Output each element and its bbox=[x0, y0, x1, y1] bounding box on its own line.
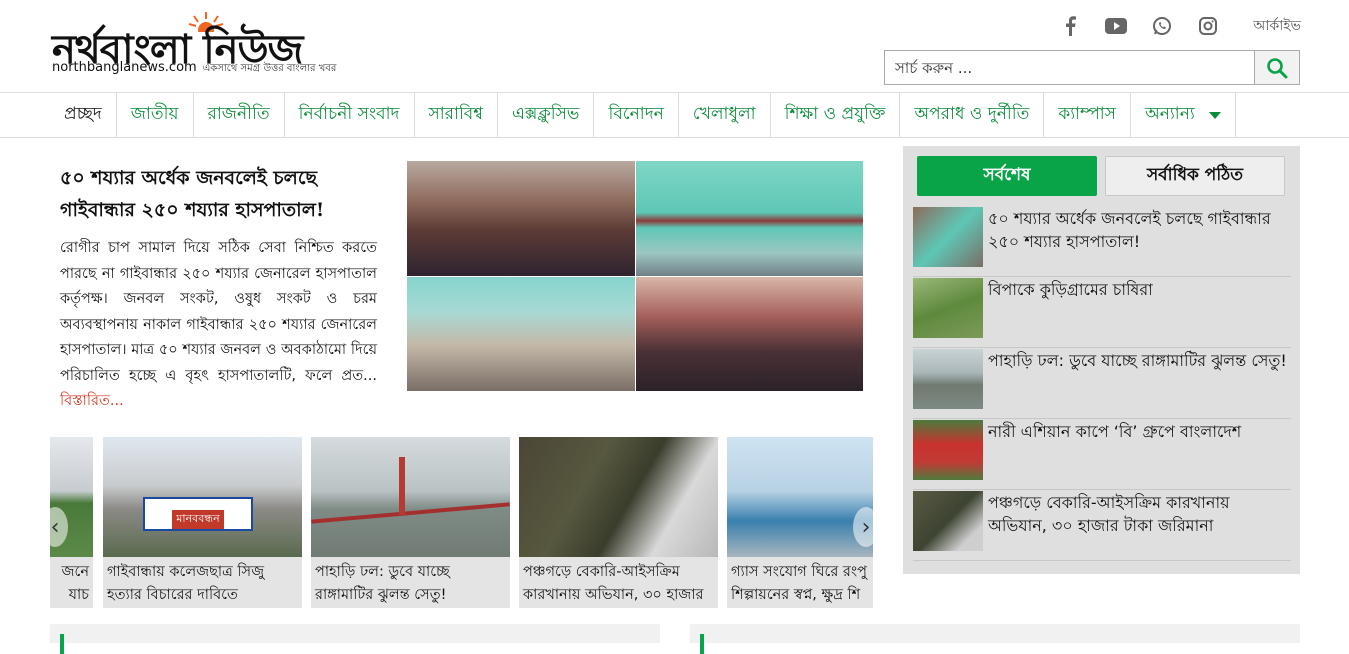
card-caption-line1: পঞ্চগড়ে বেকারি-আইসক্রিম bbox=[523, 564, 680, 580]
card-caption-line2: হত্যার বিচারের দাবিতে bbox=[107, 587, 238, 603]
tab-most-read[interactable]: সর্বাধিক পঠিত bbox=[1105, 156, 1285, 196]
lead-photo-ward bbox=[635, 276, 863, 391]
bridge-shape bbox=[311, 502, 510, 524]
list-item[interactable]: নারী এশিয়ান কাপে ‘বি’ গ্রুপে বাংলাদেশ bbox=[913, 419, 1291, 490]
news-title: ৫০ শয্যার অর্ধেক জনবলেই চলছে গাইবান্ধার … bbox=[988, 209, 1271, 251]
lead-photo-corridor bbox=[407, 276, 635, 391]
sidebar-latest: সর্বশেষ সর্বাধিক পঠিত ৫০ শয্যার অর্ধেক জ… bbox=[903, 146, 1300, 574]
section-accent-bar bbox=[700, 634, 704, 654]
carousel-card[interactable]: পঞ্চগড়ে বেকারি-আইসক্রিম কারখানায় অভিযা… bbox=[519, 437, 718, 608]
social-links: আর্কাইভ bbox=[1059, 14, 1301, 38]
nav-item-entertainment[interactable]: বিনোদন bbox=[594, 93, 679, 137]
lead-summary-text: রোগীর চাপ সামাল দিয়ে সঠিক সেবা নিশ্চিত … bbox=[60, 240, 377, 384]
card-caption-line2: যাচ bbox=[68, 587, 89, 603]
instagram-icon[interactable] bbox=[1197, 15, 1219, 37]
read-more-link[interactable]: বিস্তারিত... bbox=[60, 393, 124, 409]
news-title: পাহাড়ি ঢল: ডুবে যাচ্ছে রাঙ্গামাটির ঝুলন… bbox=[988, 351, 1287, 370]
carousel-next-button[interactable]: › bbox=[853, 507, 879, 547]
carousel-card[interactable]: মানববন্ধন গাইবান্ধায় কলেজছাত্র সিজু হত্… bbox=[103, 437, 302, 608]
card-caption-line1: গাইবান্ধায় কলেজছাত্র সিজু bbox=[107, 564, 265, 580]
card-photo bbox=[519, 437, 718, 557]
caret-down-icon bbox=[1208, 111, 1221, 119]
card-caption-line2: শিল্পায়নের স্বপ্ন, ক্ষুদ্র শি bbox=[731, 587, 861, 603]
logo-subline: northbanglanews.com একসাথে সমগ্র উত্তর বা… bbox=[52, 60, 336, 78]
card-caption-line1: জনে bbox=[61, 564, 89, 580]
section-accent-bar bbox=[60, 634, 64, 654]
site-header: নর্থবাংলা নিউজ northbanglanews.com একসাথে… bbox=[0, 0, 1349, 92]
nav-item-crime[interactable]: অপরাধ ও দুর্নীতি bbox=[900, 93, 1045, 137]
carousel-card[interactable]: গ্যাস সংযোগ ঘিরে রংপু শিল্পায়নের স্বপ্ন… bbox=[727, 437, 873, 608]
sidebar-tabs: সর্বশেষ সর্বাধিক পঠিত bbox=[917, 156, 1285, 196]
section-block-right bbox=[690, 624, 1300, 654]
card-photo bbox=[727, 437, 873, 557]
nav-item-election[interactable]: নির্বাচনী সংবাদ bbox=[285, 93, 415, 137]
search-icon bbox=[1267, 57, 1288, 78]
lead-story-image[interactable] bbox=[407, 161, 863, 391]
list-item[interactable]: বিপাকে কুড়িগ্রামের চাষিরা bbox=[913, 277, 1291, 348]
card-caption-line2: রাঙ্গামাটির ঝুলন্ত সেতু! bbox=[315, 587, 447, 603]
news-thumbnail bbox=[913, 278, 983, 338]
search-input[interactable] bbox=[884, 50, 1255, 85]
nav-item-national[interactable]: জাতীয় bbox=[117, 93, 194, 137]
carousel-card[interactable]: পাহাড়ি ঢল: ডুবে যাচ্ছে রাঙ্গামাটির ঝুলন… bbox=[311, 437, 510, 608]
whatsapp-icon[interactable] bbox=[1151, 15, 1173, 37]
carousel-prev-button[interactable]: ‹ bbox=[42, 507, 68, 547]
nav-item-politics[interactable]: রাজনীতি bbox=[194, 93, 285, 137]
youtube-icon[interactable] bbox=[1105, 15, 1128, 37]
card-photo: মানববন্ধন bbox=[103, 437, 302, 557]
nav-item-exclusive[interactable]: এক্সক্লুসিভ bbox=[498, 93, 595, 137]
site-logo[interactable]: নর্থবাংলা নিউজ northbanglanews.com একসাথে… bbox=[52, 12, 412, 78]
section-block-left bbox=[50, 624, 660, 654]
nav-item-home[interactable]: প্রচ্ছদ bbox=[50, 93, 117, 137]
nav-item-others[interactable]: অন্যান্য bbox=[1131, 93, 1236, 137]
news-title: নারী এশিয়ান কাপে ‘বি’ গ্রুপে বাংলাদেশ bbox=[988, 422, 1242, 441]
latest-news-list: ৫০ শয্যার অর্ধেক জনবলেই চলছে গাইবান্ধার … bbox=[913, 206, 1291, 561]
news-thumbnail bbox=[913, 349, 983, 409]
lead-story-title[interactable]: ৫০ শয্যার অর্ধেক জনবলেই চলছে গাইবান্ধার … bbox=[60, 162, 380, 226]
lead-photo-building bbox=[635, 161, 863, 276]
list-item[interactable]: ৫০ শয্যার অর্ধেক জনবলেই চলছে গাইবান্ধার … bbox=[913, 206, 1291, 277]
facebook-icon[interactable] bbox=[1059, 15, 1081, 37]
search-button[interactable] bbox=[1255, 50, 1300, 85]
logo-url: northbanglanews.com bbox=[52, 60, 197, 75]
banner-mananbandhan: মানববন্ধন bbox=[143, 497, 253, 531]
archive-link[interactable]: আর্কাইভ bbox=[1253, 14, 1301, 38]
news-thumbnail bbox=[913, 491, 983, 551]
nav-item-education-tech[interactable]: শিক্ষা ও প্রযুক্তি bbox=[771, 93, 901, 137]
news-thumbnail bbox=[913, 207, 983, 267]
main-nav: প্রচ্ছদ জাতীয় রাজনীতি নির্বাচনী সংবাদ স… bbox=[0, 92, 1349, 138]
news-title: বিপাকে কুড়িগ্রামের চাষিরা bbox=[988, 280, 1153, 299]
search-form bbox=[884, 50, 1300, 85]
card-caption-line1: গ্যাস সংযোগ ঘিরে রংপু bbox=[731, 564, 867, 580]
card-caption-line1: পাহাড়ি ঢল: ডুবে যাচ্ছে bbox=[315, 564, 450, 580]
lead-photo-crowd bbox=[407, 161, 635, 276]
banner-text: মানববন্ধন bbox=[172, 510, 224, 529]
lead-story-summary: রোগীর চাপ সামাল দিয়ে সঠিক সেবা নিশ্চিত … bbox=[60, 236, 377, 415]
list-item[interactable]: পঞ্চগড়ে বেকারি-আইসক্রিম কারখানায় অভিযা… bbox=[913, 490, 1291, 561]
tab-latest[interactable]: সর্বশেষ bbox=[917, 156, 1097, 196]
nav-item-campus[interactable]: ক্যাম্পাস bbox=[1044, 93, 1131, 137]
news-thumbnail bbox=[913, 420, 983, 480]
card-caption-line2: কারখানায় অভিযান, ৩০ হাজার bbox=[523, 587, 704, 603]
nav-item-world[interactable]: সারাবিশ্ব bbox=[415, 93, 498, 137]
nav-item-sports[interactable]: খেলাধুলা bbox=[679, 93, 771, 137]
news-carousel: জনে যাচ মানববন্ধন গাইবান্ধায় কলেজছাত্র … bbox=[50, 437, 873, 608]
bridge-tower bbox=[399, 457, 405, 515]
logo-tagline: একসাথে সমগ্র উত্তর বাংলার খবর bbox=[202, 63, 337, 74]
nav-item-others-label: অন্যান্য bbox=[1144, 104, 1195, 124]
list-item[interactable]: পাহাড়ি ঢল: ডুবে যাচ্ছে রাঙ্গামাটির ঝুলন… bbox=[913, 348, 1291, 419]
news-title: পঞ্চগড়ে বেকারি-আইসক্রিম কারখানায় অভিযা… bbox=[988, 493, 1230, 535]
card-photo bbox=[311, 437, 510, 557]
